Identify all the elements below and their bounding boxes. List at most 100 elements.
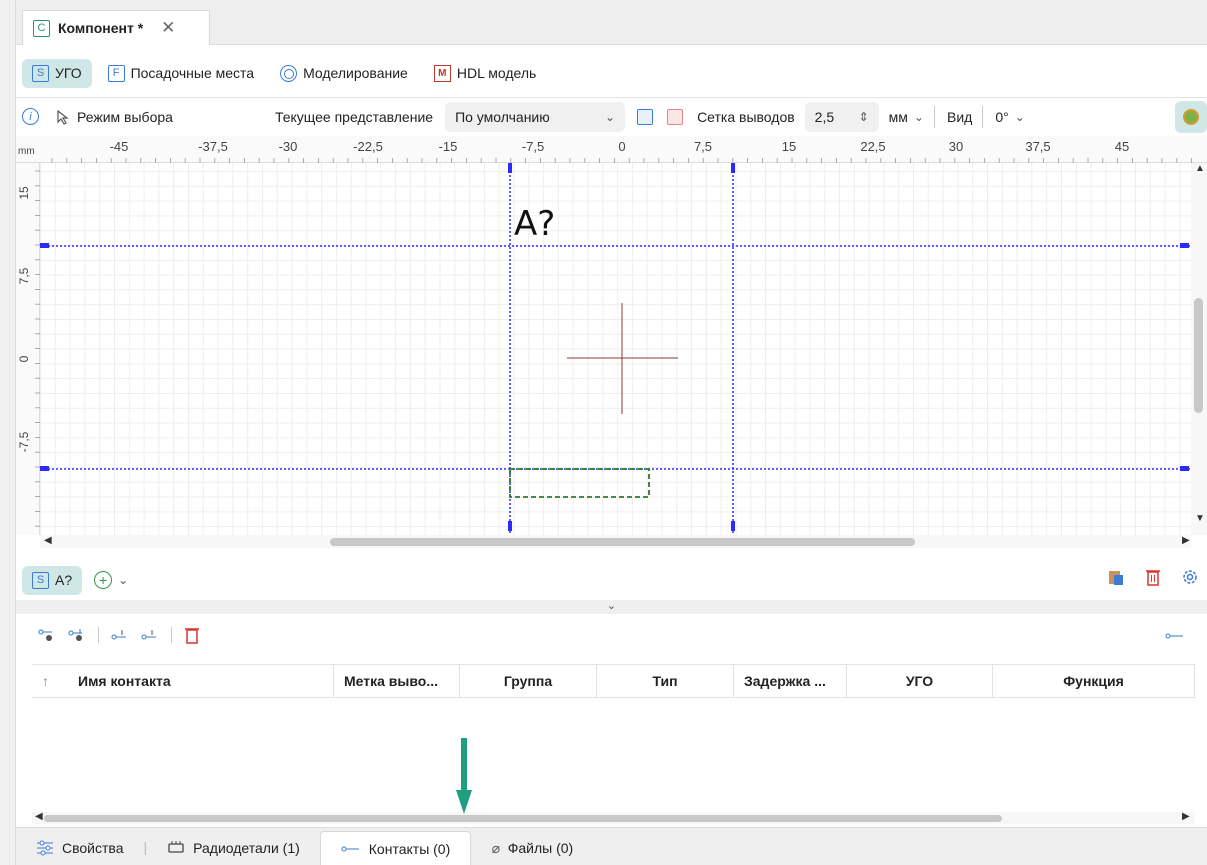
tab-files-label: Файлы (0)	[507, 840, 574, 856]
pin-icon[interactable]	[1165, 630, 1185, 642]
scroll-right-icon[interactable]: ▶	[1182, 535, 1190, 546]
add-contact-group-icon[interactable]	[68, 628, 86, 642]
column-header-group[interactable]: Группа	[460, 665, 597, 697]
contact-down-icon[interactable]	[111, 628, 129, 642]
contact-up-icon[interactable]	[141, 628, 159, 642]
column-header-symbol[interactable]: УГО	[847, 665, 993, 697]
ruler-x-tick-label: -22,5	[353, 139, 383, 154]
ruler-x-tick-label: 22,5	[860, 139, 885, 154]
scroll-up-icon[interactable]: ▲	[1195, 163, 1205, 174]
sort-ascending-icon[interactable]: ↑	[32, 665, 68, 697]
chevron-down-icon: ⌄	[913, 109, 924, 124]
highlight-arrow	[456, 738, 472, 814]
ruler-x-tick-label: 30	[949, 139, 963, 154]
canvas-vertical-scrollbar[interactable]: ▲ ▼	[1191, 163, 1207, 535]
column-header-pin-label[interactable]: Метка выво...	[334, 665, 460, 697]
add-part-icon[interactable]: +	[94, 571, 113, 589]
divider	[982, 105, 984, 128]
pin-grid-input[interactable]: 2,5 ⇕	[804, 101, 879, 132]
pin-grid-value: 2,5	[814, 108, 835, 125]
select-mode-button[interactable]: Режим выбора	[55, 109, 173, 125]
tab-symbol[interactable]: S УГО	[22, 58, 92, 88]
hdl-icon: M	[433, 64, 451, 82]
view-label: Вид	[946, 108, 973, 125]
gear-icon[interactable]	[1181, 568, 1199, 586]
symbol-part-bar: S A? + ⌄	[16, 560, 1207, 600]
pin-grid-label: Сетка выводов	[697, 108, 795, 125]
scroll-right-icon[interactable]: ▶	[1182, 811, 1190, 822]
symbol-editor-canvas-area: mm -45 -37,5 -30 -22,5 -15 -7,5 0 7,5 15…	[16, 136, 1207, 548]
guide-handle[interactable]	[508, 521, 512, 531]
close-icon[interactable]: ✕	[161, 18, 175, 38]
delete-icon[interactable]	[1145, 568, 1161, 586]
current-view-value: По умолчанию	[455, 108, 550, 125]
designator-text[interactable]: A?	[514, 204, 555, 244]
symbol-part-chip[interactable]: S A?	[22, 565, 83, 595]
ruler-vertical: 15 7,5 0 -7,5	[16, 163, 40, 535]
bottom-panel-tabs: Свойства | Радиодетали (1) Контакты (0) …	[16, 827, 1207, 865]
add-contact-icon[interactable]	[38, 628, 56, 642]
ruler-x-tick-label: -30	[279, 139, 298, 154]
tab-contacts[interactable]: Контакты (0)	[319, 831, 472, 865]
ruler-x-tick-label: 45	[1115, 139, 1129, 154]
stepper-icon[interactable]: ⇕	[859, 110, 869, 124]
column-header-function[interactable]: Функция	[993, 665, 1195, 697]
horizontal-scroll-thumb[interactable]	[330, 538, 915, 546]
tab-hdl-model[interactable]: M HDL модель	[424, 59, 546, 88]
horizontal-scroll-thumb[interactable]	[44, 815, 1002, 822]
delete-contact-icon[interactable]	[184, 626, 200, 644]
library-lock-button[interactable]	[1175, 101, 1207, 133]
ruler-x-tick-label: 7,5	[694, 139, 712, 154]
divider	[98, 627, 99, 643]
guide-handle[interactable]	[508, 163, 512, 173]
guide-handle[interactable]	[1180, 243, 1189, 248]
guide-handle[interactable]	[731, 521, 735, 531]
scroll-down-icon[interactable]: ▼	[1195, 513, 1205, 524]
export-view-icon[interactable]	[637, 108, 654, 125]
contacts-horizontal-scrollbar[interactable]: ◀ ▶	[32, 811, 1195, 824]
document-tab-component[interactable]: C Компонент * ✕	[22, 10, 210, 45]
footprint-icon: F	[107, 64, 125, 82]
simulation-icon	[280, 64, 298, 82]
guide-handle[interactable]	[731, 163, 735, 173]
current-view-select[interactable]: По умолчанию ⌄	[445, 101, 626, 132]
column-header-delay[interactable]: Задержка ...	[734, 665, 847, 697]
scroll-left-icon[interactable]: ◀	[44, 535, 52, 546]
part-actions	[1107, 568, 1199, 586]
document-tab-bar: C Компонент * ✕	[16, 0, 1207, 45]
canvas-horizontal-scrollbar[interactable]: ◀ ▶	[40, 535, 1191, 548]
guide-handle[interactable]	[40, 243, 49, 248]
editor-toolbar: i Режим выбора Текущее представление По …	[16, 97, 1207, 135]
guide-handle[interactable]	[40, 466, 49, 471]
symbol-part-label: A?	[55, 572, 73, 588]
cursor-icon	[57, 109, 69, 125]
unit-select[interactable]: мм ⌄	[889, 109, 924, 125]
panel-collapse-handle[interactable]: ⌄	[16, 600, 1207, 614]
scroll-left-icon[interactable]: ◀	[35, 811, 43, 822]
delete-view-icon[interactable]	[667, 108, 684, 125]
symbol-drawing[interactable]: A?	[40, 163, 1191, 535]
ruler-horizontal: mm -45 -37,5 -30 -22,5 -15 -7,5 0 7,5 15…	[16, 136, 1207, 163]
column-header-type[interactable]: Тип	[597, 665, 734, 697]
chevron-down-icon[interactable]: ⌄	[118, 573, 128, 587]
tab-components[interactable]: Радиодетали (1)	[147, 831, 320, 865]
tab-files[interactable]: ⌀ Файлы (0)	[471, 831, 593, 865]
tab-footprints[interactable]: F Посадочные места	[98, 59, 265, 88]
tab-properties[interactable]: Свойства	[16, 831, 143, 865]
tab-symbol-label: УГО	[55, 65, 82, 81]
column-header-contact-name[interactable]: Имя контакта	[68, 665, 334, 697]
ruler-x-tick-label: -7,5	[522, 139, 544, 154]
guide-handle[interactable]	[1180, 466, 1189, 471]
drawing-canvas[interactable]: A?	[40, 163, 1191, 535]
tab-components-label: Радиодетали (1)	[193, 840, 300, 856]
contacts-panel: ↑ Имя контакта Метка выво... Группа Тип …	[16, 614, 1207, 824]
ruler-x-tick-label: 15	[782, 139, 796, 154]
symbol-body-rect[interactable]	[509, 468, 650, 498]
info-icon[interactable]: i	[22, 108, 39, 125]
paperclip-icon: ⌀	[491, 839, 500, 856]
rotation-select[interactable]: 0° ⌄	[995, 109, 1024, 125]
symbol-icon: S	[32, 64, 49, 82]
vertical-scroll-thumb[interactable]	[1194, 298, 1203, 413]
paste-symbol-icon[interactable]	[1107, 568, 1125, 586]
tab-simulation[interactable]: Моделирование	[270, 59, 418, 88]
